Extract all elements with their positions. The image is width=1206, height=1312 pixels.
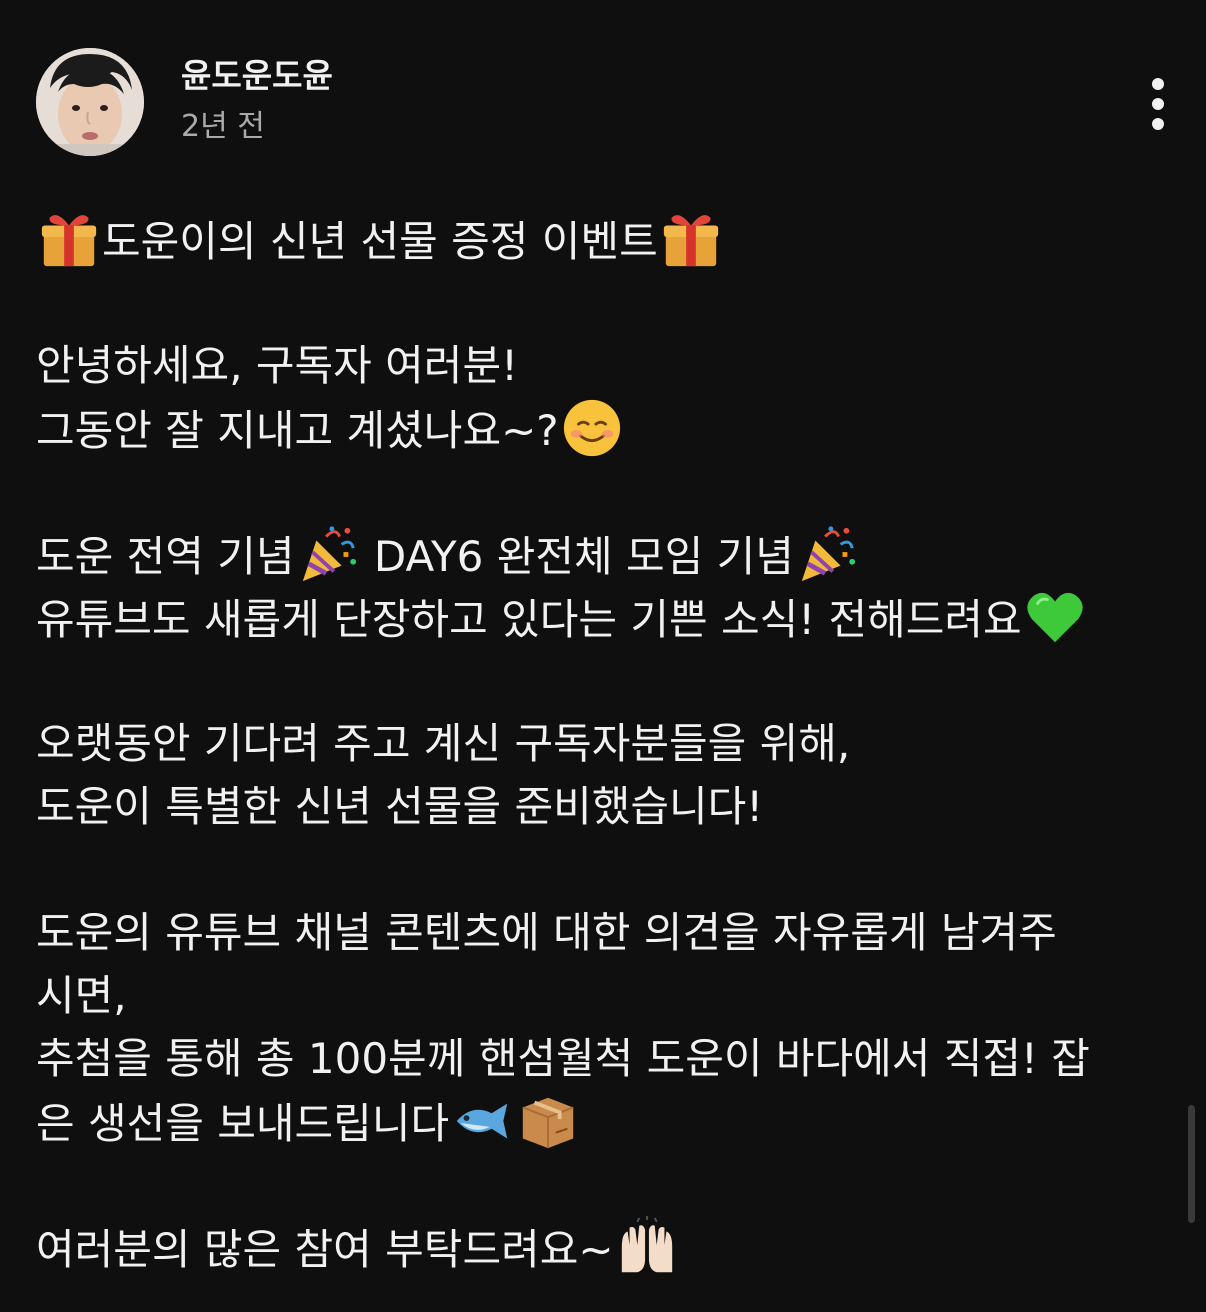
gift-emoji xyxy=(38,208,100,270)
fish-emoji xyxy=(451,1090,513,1152)
text-segment: 그동안 잘 지내고 계셨나요~? xyxy=(36,406,559,455)
text-line: 은 생선을 보내드립니다 xyxy=(36,1090,1166,1153)
text-line: 도운이 특별한 신년 선물을 준비했습니다! xyxy=(36,782,764,831)
text-line: 여러분의 많은 참여 부탁드려요~ xyxy=(36,1216,1166,1279)
text-segment: 도운 전역 기념 xyxy=(36,532,295,581)
text-line: 유튜브도 새롭게 단장하고 있다는 기쁜 소식! 전해드려요 xyxy=(36,586,1166,649)
menu-dot xyxy=(1152,118,1164,130)
text-line: 그동안 잘 지내고 계셨나요~? xyxy=(36,397,1166,460)
post-title: 도운이의 신년 선물 증정 이벤트 xyxy=(102,217,658,266)
text-line: 오랫동안 기다려 주고 계신 구독자분들을 위해, xyxy=(36,719,851,768)
author-name[interactable]: 윤도운도윤 xyxy=(181,56,333,96)
text-line: 도운의 유튜브 채널 콘텐츠에 대한 의견을 자유롭게 남겨주 xyxy=(36,908,1057,957)
text-line: 추첨을 통해 총 100분께 핸섬월척 도운이 바다에서 직접! 잡 xyxy=(36,1034,1090,1083)
avatar[interactable] xyxy=(36,48,144,156)
menu-dot xyxy=(1152,98,1164,110)
party-popper-emoji xyxy=(297,523,359,585)
post-title-line: 도운이의 신년 선물 증정 이벤트 xyxy=(36,208,1166,271)
menu-dot xyxy=(1152,78,1164,90)
text-segment: DAY6 완전체 모임 기념 xyxy=(360,532,794,581)
text-line: 도운 전역 기념 DAY6 완전체 모임 기념 xyxy=(36,523,1166,586)
post-header: 윤도운도윤 2년 전 xyxy=(0,0,1206,170)
text-segment: 은 생선을 보내드립니다 xyxy=(36,1099,450,1148)
more-vert-icon[interactable] xyxy=(1136,72,1180,136)
text-line: 시면, xyxy=(36,971,127,1020)
text-segment: 유튜브도 새롭게 단장하고 있다는 기쁜 소식! 전해드려요 xyxy=(36,595,1022,644)
text-line: 안녕하세요, 구독자 여러분! xyxy=(36,341,518,390)
party-popper-emoji xyxy=(796,523,858,585)
package-emoji xyxy=(517,1090,579,1152)
post-body: 도운이의 신년 선물 증정 이벤트 안녕하세요, 구독자 여러분! 그동안 잘 … xyxy=(36,208,1166,1279)
text-segment: 여러분의 많은 참여 부탁드려요~ xyxy=(36,1225,614,1274)
avatar-image xyxy=(36,48,144,156)
post-time: 2년 전 xyxy=(181,109,265,144)
raising-hands-emoji xyxy=(616,1216,678,1278)
smiling-face-emoji xyxy=(561,397,623,459)
scrollbar[interactable] xyxy=(1188,1105,1195,1223)
green-heart-emoji xyxy=(1024,586,1086,648)
gift-emoji xyxy=(660,208,722,270)
